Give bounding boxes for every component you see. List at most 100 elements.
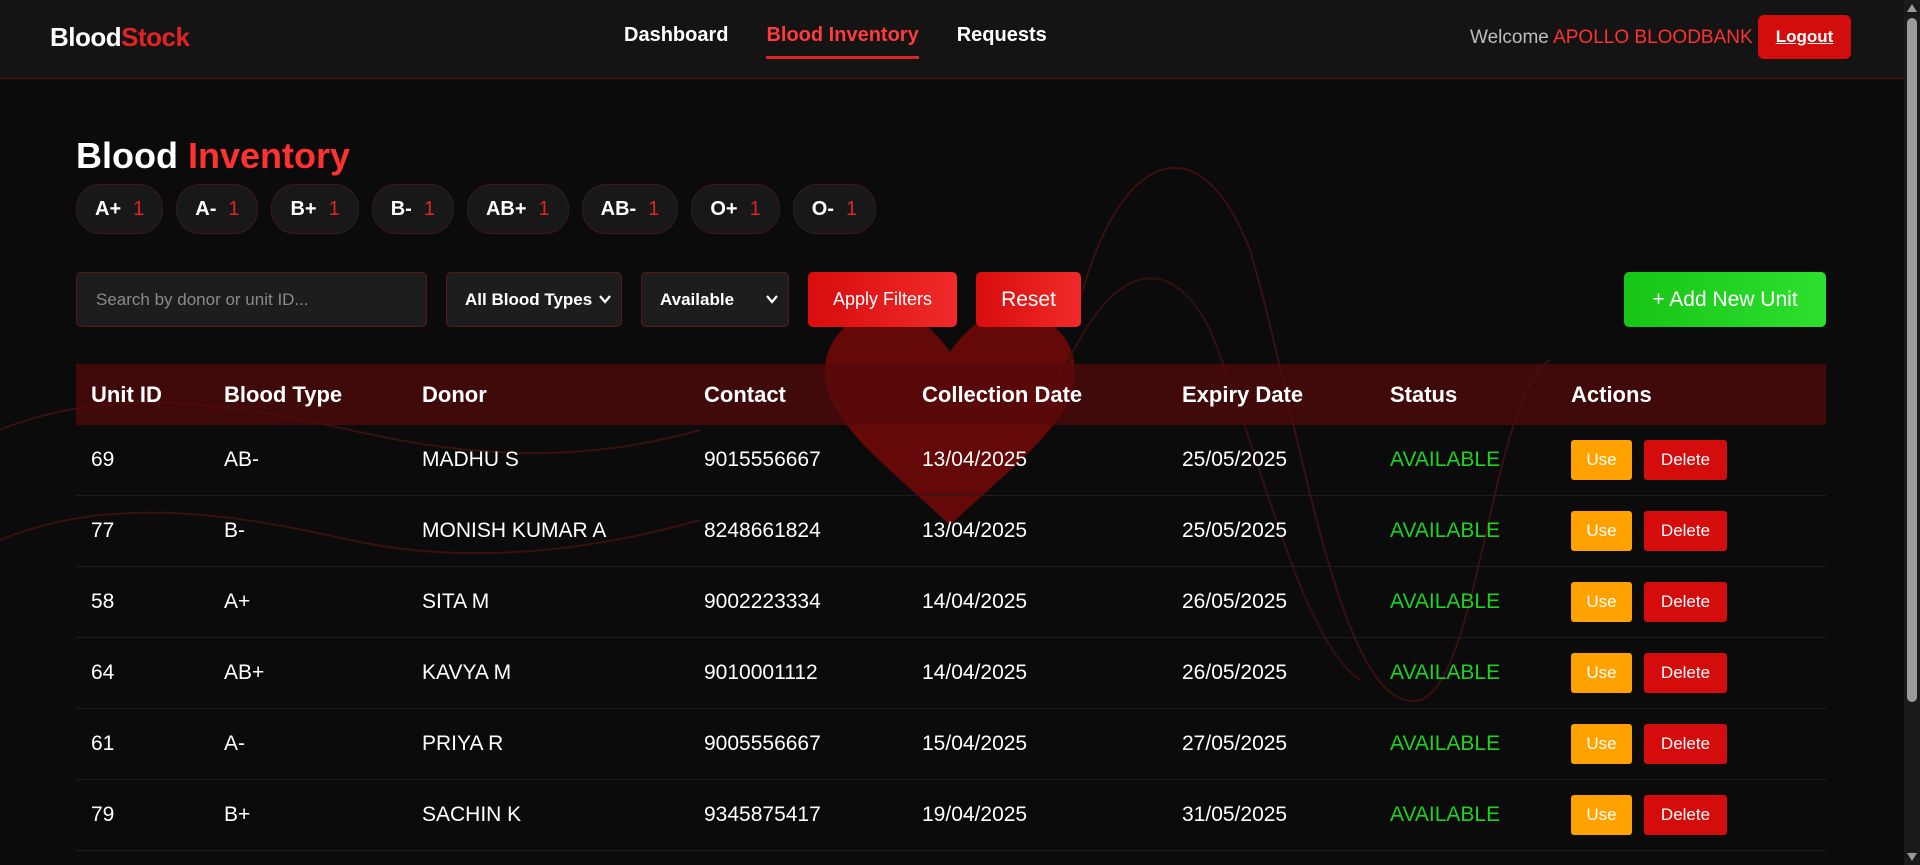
use-button[interactable]: Use — [1571, 582, 1632, 622]
row-actions: Use Delete — [1556, 511, 1826, 551]
pill-type: AB+ — [485, 197, 527, 220]
search-input[interactable] — [76, 272, 427, 327]
cell-contact: 9345875417 — [704, 803, 821, 826]
header-collection-date: Collection Date — [922, 381, 1083, 407]
cell-unit-id: 77 — [91, 519, 115, 542]
page-scrollbar[interactable] — [1904, 0, 1920, 865]
top-header: BloodStock Dashboard Blood Inventory Req… — [0, 0, 1904, 79]
cell-collection-date: 14/04/2025 — [922, 590, 1028, 613]
blood-count-pill-b-pos[interactable]: B+ 1 — [271, 184, 359, 234]
blood-count-pill-o-neg[interactable]: O- 1 — [792, 184, 877, 234]
nav-dashboard[interactable]: Dashboard — [624, 24, 728, 59]
delete-button[interactable]: Delete — [1644, 582, 1727, 622]
welcome-message: Welcome APOLLO BLOODBANK — [1470, 27, 1753, 49]
blood-type-select-value: All Blood Types — [465, 289, 593, 309]
apply-filters-button[interactable]: Apply Filters — [808, 272, 957, 327]
chevron-down-icon — [766, 295, 778, 304]
cell-donor: PRIYA R — [422, 732, 504, 755]
page-title: Blood Inventory — [76, 135, 350, 177]
use-button[interactable]: Use — [1571, 724, 1632, 764]
main-nav: Dashboard Blood Inventory Requests — [624, 24, 1085, 59]
table-row: 69 AB- MADHU S 9015556667 13/04/2025 25/… — [76, 425, 1826, 496]
app-page: BloodStock Dashboard Blood Inventory Req… — [0, 0, 1920, 865]
scroll-down-arrow-icon[interactable] — [1907, 853, 1917, 861]
blood-type-select[interactable]: All Blood Types — [446, 272, 622, 327]
app-logo[interactable]: BloodStock — [50, 22, 190, 53]
cell-expiry-date: 26/05/2025 — [1182, 590, 1288, 613]
nav-blood-inventory[interactable]: Blood Inventory — [766, 24, 919, 59]
delete-button[interactable]: Delete — [1644, 724, 1727, 764]
use-button[interactable]: Use — [1571, 653, 1632, 693]
pill-count: 1 — [749, 197, 761, 220]
blood-count-pill-b-neg[interactable]: B- 1 — [371, 184, 454, 234]
header-actions: Actions — [1571, 381, 1652, 407]
table-row: 61 A- PRIYA R 9005556667 15/04/2025 27/0… — [76, 709, 1826, 780]
cell-donor: MONISH KUMAR A — [422, 519, 607, 542]
scrollbar-thumb[interactable] — [1907, 18, 1917, 702]
cell-unit-id: 64 — [91, 661, 115, 684]
status-badge: AVAILABLE — [1390, 661, 1501, 684]
table-row: 79 B+ SACHIN K 9345875417 19/04/2025 31/… — [76, 780, 1826, 851]
use-button[interactable]: Use — [1571, 795, 1632, 835]
pill-type: A+ — [95, 197, 122, 220]
status-badge: AVAILABLE — [1390, 732, 1501, 755]
header-contact: Contact — [704, 381, 786, 407]
pill-count: 1 — [648, 197, 660, 220]
pill-count: 1 — [845, 197, 858, 220]
cell-contact: 9015556667 — [704, 448, 821, 471]
cell-blood-type: B+ — [224, 803, 251, 826]
blood-count-pill-ab-pos[interactable]: AB+ 1 — [466, 184, 569, 234]
blood-count-pill-ab-neg[interactable]: AB- 1 — [581, 184, 679, 234]
cell-blood-type: A+ — [224, 590, 251, 613]
reset-button[interactable]: Reset — [976, 272, 1081, 327]
table-row: 77 B- MONISH KUMAR A 8248661824 13/04/20… — [76, 496, 1826, 567]
cell-blood-type: B- — [224, 519, 245, 542]
status-badge: AVAILABLE — [1390, 448, 1501, 471]
nav-requests[interactable]: Requests — [957, 24, 1047, 59]
cell-expiry-date: 26/05/2025 — [1182, 661, 1288, 684]
title-part-blood: Blood — [76, 135, 178, 176]
cell-unit-id: 69 — [91, 448, 115, 471]
cell-collection-date: 13/04/2025 — [922, 519, 1028, 542]
cell-contact: 9010001112 — [704, 661, 818, 684]
delete-button[interactable]: Delete — [1644, 795, 1727, 835]
header-blood-type: Blood Type — [224, 381, 343, 407]
pill-type: A- — [195, 197, 217, 220]
use-button[interactable]: Use — [1571, 511, 1632, 551]
cell-expiry-date: 27/05/2025 — [1182, 732, 1288, 755]
cell-donor: SACHIN K — [422, 803, 522, 826]
pill-type: O+ — [710, 197, 738, 220]
add-new-unit-button[interactable]: + Add New Unit — [1624, 272, 1826, 327]
pill-count: 1 — [328, 197, 340, 220]
cell-collection-date: 19/04/2025 — [922, 803, 1028, 826]
blood-count-pill-a-neg[interactable]: A- 1 — [176, 184, 259, 234]
blood-count-pill-a-pos[interactable]: A+ 1 — [76, 184, 164, 234]
status-select[interactable]: Available — [641, 272, 789, 327]
blood-type-summary: A+ 1 A- 1 B+ 1 B- 1 AB+ 1 AB- 1 O+ 1 O- 1 — [76, 184, 889, 234]
use-button[interactable]: Use — [1571, 440, 1632, 480]
blood-count-pill-o-pos[interactable]: O+ 1 — [691, 184, 780, 234]
pill-type: AB- — [600, 197, 637, 220]
table-header: Unit ID Blood Type Donor Contact Collect… — [76, 364, 1826, 425]
pill-count: 1 — [133, 197, 145, 220]
delete-button[interactable]: Delete — [1644, 440, 1727, 480]
logo-text-blood: Blood — [50, 22, 122, 52]
scroll-up-arrow-icon[interactable] — [1907, 4, 1917, 12]
user-name: APOLLO BLOODBANK — [1553, 27, 1753, 48]
filter-bar: All Blood Types Available Apply Filters … — [76, 272, 1826, 327]
header-expiry-date: Expiry Date — [1182, 381, 1304, 407]
header-unit-id: Unit ID — [91, 381, 162, 407]
logout-button[interactable]: Logout — [1758, 15, 1851, 59]
cell-donor: KAVYA M — [422, 661, 512, 684]
cell-unit-id: 58 — [91, 590, 115, 613]
pill-count: 1 — [423, 197, 435, 220]
pill-count: 1 — [228, 197, 240, 220]
pill-type: O- — [811, 197, 834, 220]
row-actions: Use Delete — [1556, 582, 1826, 622]
delete-button[interactable]: Delete — [1644, 511, 1727, 551]
cell-collection-date: 13/04/2025 — [922, 448, 1028, 471]
cell-unit-id: 61 — [91, 732, 115, 755]
cell-contact: 8248661824 — [704, 519, 821, 542]
row-actions: Use Delete — [1556, 724, 1826, 764]
delete-button[interactable]: Delete — [1644, 653, 1727, 693]
